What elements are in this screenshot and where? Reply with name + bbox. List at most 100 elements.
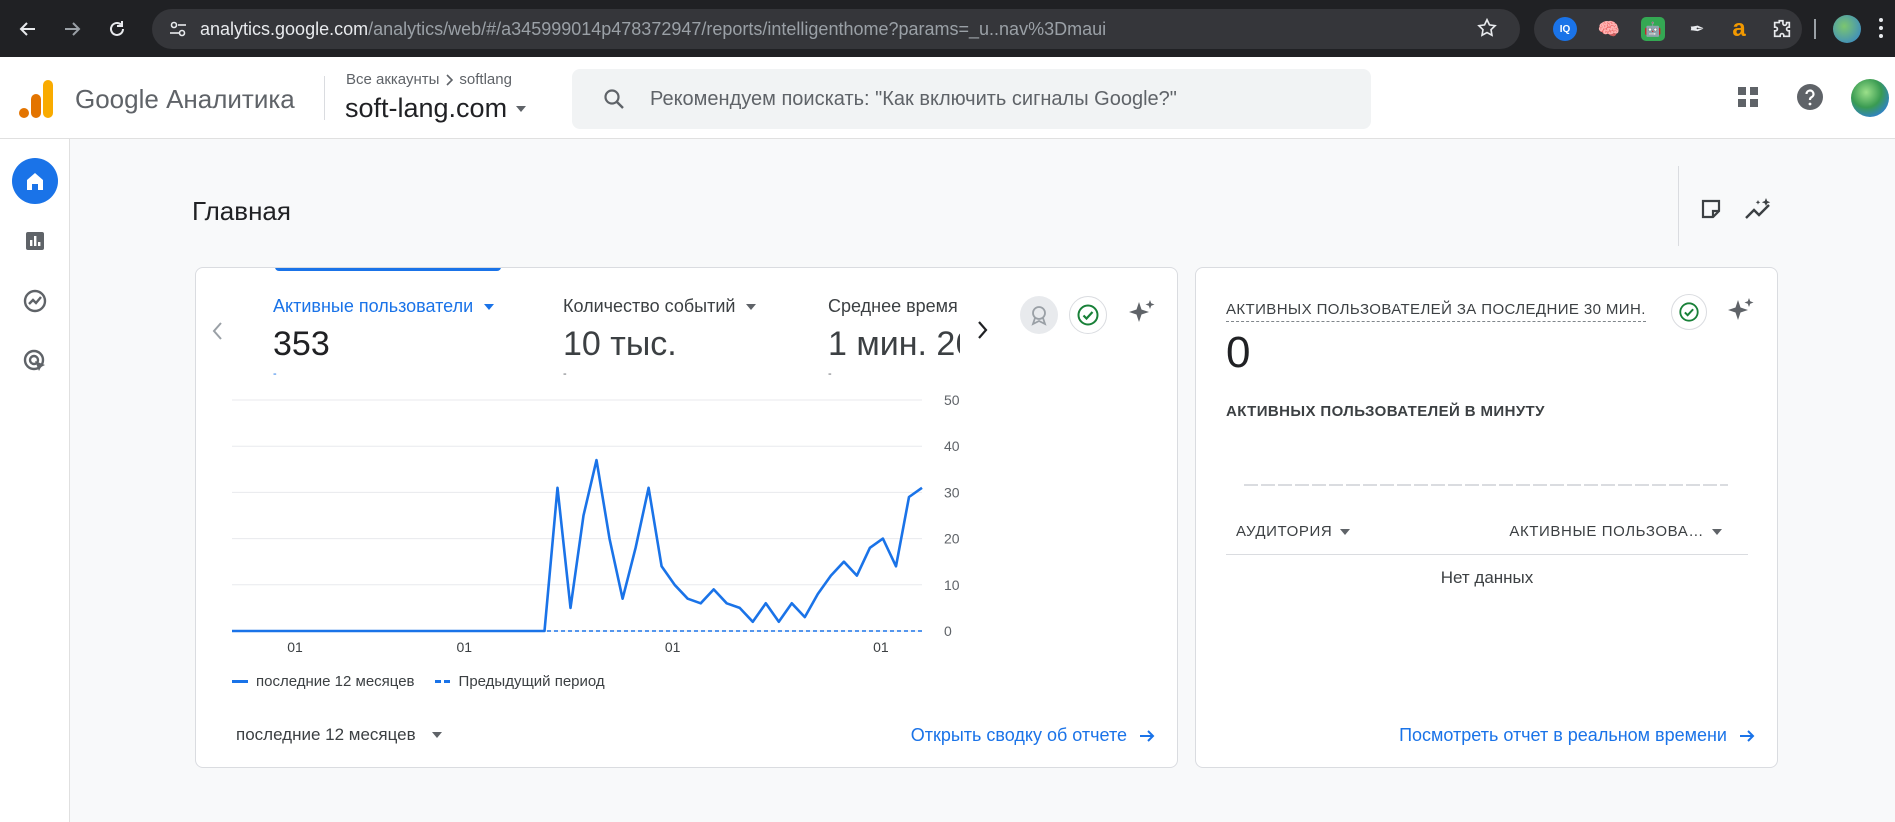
realtime-title[interactable]: АКТИВНЫХ ПОЛЬЗОВАТЕЛЕЙ ЗА ПОСЛЕДНИЕ 30 М… (1226, 301, 1646, 322)
insight-badge-icon[interactable] (1020, 296, 1058, 334)
bookmark-star-icon[interactable] (1476, 17, 1498, 39)
extension-robot-icon[interactable]: 🤖 (1641, 17, 1665, 41)
check-circle-icon[interactable] (1069, 296, 1107, 334)
check-circle-icon[interactable] (1671, 294, 1707, 330)
search-bar[interactable] (572, 69, 1371, 129)
forward-icon[interactable] (57, 14, 87, 44)
app-header: Google Аналитика Все аккаунты softlang s… (0, 57, 1895, 139)
metric-event-count[interactable]: Количество событий 10 тыс. - (563, 296, 757, 380)
search-input[interactable] (650, 87, 1330, 111)
period-dropdown[interactable]: последние 12 месяцев (236, 725, 442, 745)
reports-icon (23, 229, 47, 253)
apps-grid-icon[interactable] (1736, 85, 1760, 109)
property-name: soft-lang.com (345, 93, 508, 123)
arrow-right-icon (1139, 729, 1155, 743)
metric-change: - (563, 368, 567, 380)
metric-value: 353 (273, 325, 330, 363)
header-divider (324, 76, 325, 120)
extension-brain-icon[interactable]: 🧠 (1597, 17, 1621, 41)
extension-pen-icon[interactable]: ✒ (1685, 17, 1709, 41)
chevron-left-icon[interactable] (210, 320, 224, 342)
x-tick-month: янв. (451, 655, 478, 658)
y-tick-label: 30 (944, 484, 960, 500)
chevron-right-icon (445, 73, 454, 86)
address-bar[interactable]: analytics.google.com/analytics/web/#/a34… (152, 9, 1520, 49)
insights-icon[interactable] (1743, 193, 1775, 225)
legend-swatch-previous (434, 680, 451, 683)
notes-icon[interactable] (1695, 193, 1727, 225)
y-tick-label: 0 (944, 623, 952, 639)
nav-home-button[interactable] (12, 158, 58, 204)
series-line-0 (232, 458, 923, 633)
realtime-value: 0 (1226, 328, 1251, 377)
metric-average-time[interactable]: Среднее время 1 мин. 26 - (828, 296, 960, 380)
arrow-right-icon (1739, 729, 1755, 743)
url-host: analytics.google.com (200, 18, 369, 39)
analytics-logo-icon[interactable] (19, 80, 55, 118)
sparkle-icon[interactable] (1726, 296, 1756, 326)
column-audience-label: АУДИТОРИЯ (1236, 523, 1333, 540)
metric-active-users[interactable]: Активные пользователи 353 - (273, 296, 495, 380)
extension-a-icon[interactable]: a (1727, 15, 1751, 42)
line-chart: 5040302010001окт.01янв.01апр.01июл. (232, 392, 960, 658)
summary-card: Активные пользователи 353 - Количество с… (195, 267, 1178, 768)
metric-change: - (273, 368, 277, 380)
metric-change: - (828, 368, 832, 380)
realtime-per-minute-title: АКТИВНЫХ ПОЛЬЗОВАТЕЛЕЙ В МИНУТУ (1226, 403, 1545, 420)
page-title: Главная (192, 196, 291, 226)
metric-label: Среднее время (828, 296, 958, 316)
extension-iq-icon[interactable]: IQ (1553, 17, 1577, 41)
legend-label-previous: Предыдущий период (458, 673, 605, 690)
product-name: Google Аналитика (75, 84, 295, 114)
nav-reports-button[interactable] (12, 218, 58, 264)
caret-down-icon (431, 732, 442, 738)
breadcrumb-account: softlang (459, 71, 512, 88)
nav-explore-button[interactable] (12, 278, 58, 324)
period-label: последние 12 месяцев (236, 725, 416, 744)
chart-legend: последние 12 месяцев Предыдущий период (232, 673, 605, 690)
y-tick-label: 40 (944, 438, 960, 454)
column-active-users[interactable]: АКТИВНЫЕ ПОЛЬЗОВА… (1509, 523, 1722, 540)
url-path: /analytics/web/#/a345999014p478372947/re… (368, 18, 1107, 39)
explore-icon (22, 288, 48, 314)
per-minute-bars (1244, 484, 1728, 486)
home-icon (23, 169, 47, 193)
active-tab-indicator (275, 268, 501, 271)
caret-down-icon (483, 303, 495, 311)
url-text[interactable]: analytics.google.com/analytics/web/#/a34… (200, 19, 1106, 40)
link-label: Посмотреть отчет в реальном времени (1399, 725, 1727, 745)
sparkle-icon[interactable] (1127, 298, 1157, 328)
realtime-card: АКТИВНЫХ ПОЛЬЗОВАТЕЛЕЙ ЗА ПОСЛЕДНИЕ 30 М… (1195, 267, 1778, 768)
browser-profile-avatar[interactable] (1833, 15, 1861, 43)
x-tick-month: апр. (659, 655, 686, 658)
nav-advertising-button[interactable] (12, 338, 58, 384)
back-icon[interactable] (13, 14, 43, 44)
advertising-icon (22, 348, 48, 374)
property-selector[interactable]: soft-lang.com (345, 93, 527, 124)
left-navigation (0, 139, 70, 822)
browser-chrome: analytics.google.com/analytics/web/#/a34… (0, 0, 1895, 57)
account-breadcrumb[interactable]: Все аккаунты softlang (346, 71, 512, 88)
user-avatar[interactable] (1851, 79, 1889, 117)
browser-menu-icon[interactable] (1878, 17, 1884, 39)
view-realtime-report-link[interactable]: Посмотреть отчет в реальном времени (1399, 725, 1755, 746)
reload-icon[interactable] (102, 14, 132, 44)
y-tick-label: 20 (944, 531, 960, 547)
column-audience[interactable]: АУДИТОРИЯ (1236, 523, 1351, 540)
y-tick-label: 10 (944, 577, 960, 593)
metric-value: 10 тыс. (563, 325, 677, 363)
legend-swatch-current (232, 680, 248, 683)
x-tick-day: 01 (287, 639, 303, 655)
help-icon[interactable] (1796, 83, 1824, 111)
caret-down-icon (1712, 528, 1722, 535)
caret-down-icon (745, 303, 757, 311)
metric-label: Количество событий (563, 296, 736, 316)
open-report-summary-link[interactable]: Открыть сводку об отчете (911, 725, 1155, 746)
x-tick-day: 01 (873, 639, 889, 655)
chevron-right-icon[interactable] (976, 319, 990, 341)
site-settings-icon[interactable] (166, 17, 190, 41)
x-tick-day: 01 (457, 639, 473, 655)
extensions-puzzle-icon[interactable] (1770, 17, 1794, 41)
x-tick-day: 01 (665, 639, 681, 655)
caret-down-icon (515, 105, 527, 113)
